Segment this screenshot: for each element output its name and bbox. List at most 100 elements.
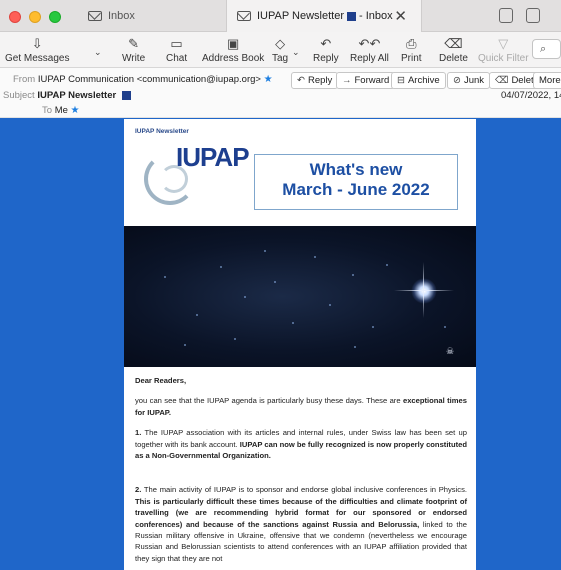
filter-icon: ▽ [498,36,509,51]
forward-icon: → [342,75,352,86]
archive-button[interactable]: ⊟ Archive [391,72,446,89]
star-dot [234,338,236,340]
junk-icon: ⊘ [453,75,461,86]
forward-button[interactable]: → Forward [336,72,396,89]
star-dot [274,281,276,283]
tag-label: Tag [272,53,289,64]
to-row: To Me ★ [42,105,80,116]
print-label: Print [401,53,422,64]
from-value[interactable]: IUPAP Communication <communication@iupap… [38,74,261,85]
minimize-window-button[interactable] [29,11,41,23]
write-button[interactable]: ✎ Write [122,35,145,64]
star-icon[interactable]: ★ [71,105,80,116]
quick-filter-button[interactable]: ▽ Quick Filter [478,35,529,64]
inbox-icon [88,11,102,21]
more-button[interactable]: More [533,72,561,89]
reply-icon: ↶ [320,36,332,51]
star-dot [164,276,166,278]
zoom-window-button[interactable] [49,11,61,23]
star-dot [184,344,186,346]
close-tab-icon[interactable]: ✕ [394,7,407,25]
paragraph-1: 1. The IUPAP association with its articl… [135,427,467,461]
banner-line-1: What's new [309,160,403,179]
get-messages-dropdown-icon[interactable]: ⌄ [94,47,102,58]
search-icon: ⌕ [540,43,547,55]
reply-button[interactable]: ↶ Reply [313,35,339,64]
image-credit-icon: ☠ [446,346,455,356]
pencil-icon: ✎ [128,36,140,51]
chat-label: Chat [166,53,188,64]
address-book-button[interactable]: ▣ Address Book [202,35,264,64]
newsletter-content: IUPAP Newsletter IUPAP What's new March … [124,119,476,570]
reply-all-label: Reply All [350,53,389,64]
download-icon: ⇩ [31,36,43,51]
message-body: IUPAP Newsletter IUPAP What's new March … [0,118,561,570]
bright-star [411,278,437,304]
star-dot [244,296,246,298]
p3-bold: This is particularly difficult these tim… [135,496,467,529]
calendar-icon[interactable] [499,8,513,23]
message-header: From IUPAP Communication <communication@… [0,68,561,118]
star-spike-horizontal [394,290,454,291]
banner-line-2: March - June 2022 [282,180,430,199]
tag-button[interactable]: ◇ Tag [272,35,288,64]
get-messages-label: Get Messages [5,53,70,64]
star-spike-vertical [423,262,424,318]
from-label: From [13,74,36,85]
search-input[interactable]: ⌕ [532,39,561,59]
date-row: 04/07/2022, 14 [501,90,561,101]
star-dot [196,314,198,316]
reply-icon: ↶ [297,75,305,86]
star-dot [314,256,316,258]
tab-inbox[interactable]: Inbox [88,0,135,32]
p3-text: The main activity of IUPAP is to sponsor… [141,485,467,495]
junk-label: Junk [463,75,485,86]
header-reply-label: Reply [307,75,333,86]
logo-text: IUPAP [176,142,250,172]
delete-label: Delete [439,53,468,64]
printer-icon: ⎙ [406,36,417,51]
newsletter-flag-icon [347,11,357,21]
star-dot [329,304,331,306]
get-messages-button[interactable]: ⇩ Get Messages [5,35,69,64]
tab-inbox-label: Inbox [108,10,135,22]
greeting: Dear Readers, [135,376,187,385]
star-dot [386,264,388,266]
star-dot [264,250,266,252]
star-dot [352,274,354,276]
p1-text: you can see that the IUPAP agenda is par… [135,396,403,406]
reply-all-icon: ↶↶ [358,36,381,51]
chat-button[interactable]: ▭ Chat [166,35,187,64]
subject-value: IUPAP Newsletter [37,90,117,101]
junk-button[interactable]: ⊘ Junk [447,72,491,89]
to-value[interactable]: Me [55,105,68,116]
forward-label: Forward [354,75,390,86]
tag-icon: ◇ [275,36,286,51]
trash-icon: ⌫ [444,36,463,51]
subject-row: Subject IUPAP Newsletter [3,90,134,101]
newsletter-flag-icon [121,90,131,100]
whats-new-banner: What's new March - June 2022 [254,154,458,210]
print-button[interactable]: ⎙ Print [401,35,422,64]
address-book-label: Address Book [202,53,265,64]
to-label: To [42,105,53,116]
star-icon[interactable]: ★ [264,74,273,85]
delete-button[interactable]: ⌫ Delete [439,35,468,64]
trash-icon: ⌫ [495,75,509,86]
mail-window: Inbox IUPAP Newsletter - Inbox ✕ ⇩ Get M… [0,0,561,570]
close-window-button[interactable] [9,11,21,23]
archive-label: Archive [407,75,440,86]
quick-filter-label: Quick Filter [478,53,529,64]
main-toolbar: ⇩ Get Messages ⌄ ✎ Write ▭ Chat ▣ Addres… [0,32,561,68]
reply-all-button[interactable]: ↶↶ Reply All [350,35,389,64]
star-dot [220,266,222,268]
tag-dropdown-icon[interactable]: ⌄ [292,47,300,58]
tasks-icon[interactable] [526,8,540,23]
archive-icon: ⊟ [397,75,405,86]
address-book-icon: ▣ [226,36,240,51]
newsletter-body-text: Dear Readers, you can see that the IUPAP… [135,375,467,570]
tab-newsletter[interactable]: IUPAP Newsletter - Inbox ✕ [226,0,422,32]
more-label: More [539,75,561,86]
paragraph-2: 2. The main activity of IUPAP is to spon… [135,484,467,564]
header-reply-button[interactable]: ↶ Reply [291,72,339,89]
